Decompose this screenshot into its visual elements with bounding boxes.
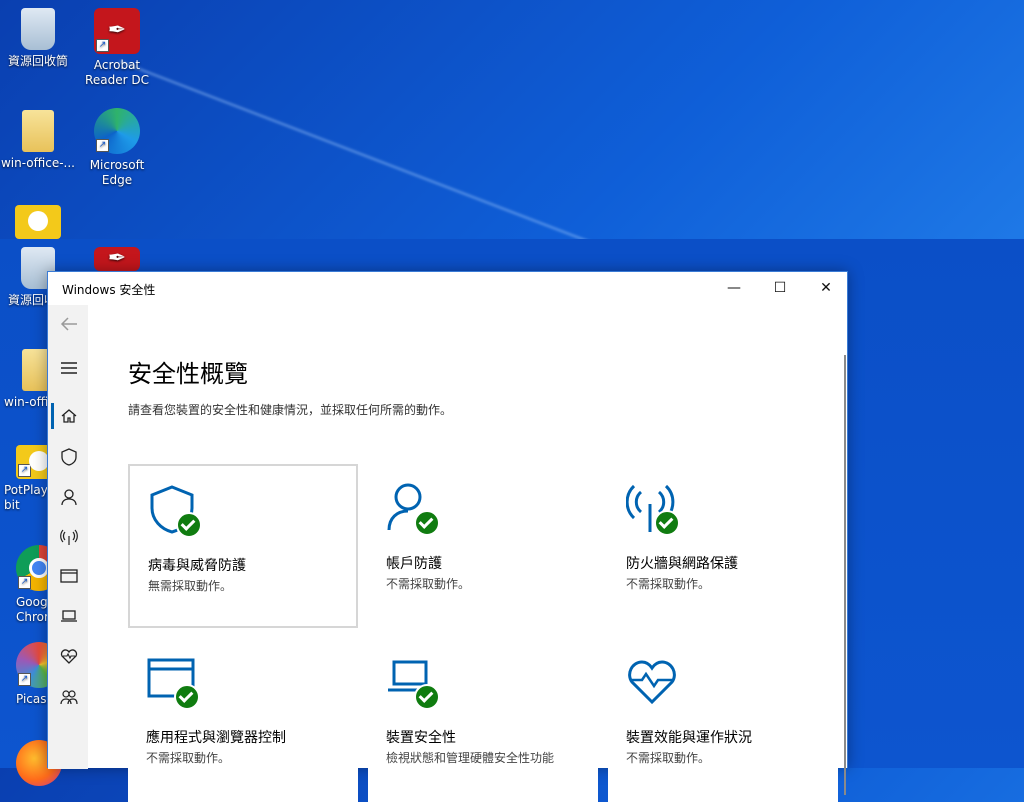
card-virus-threat-protection[interactable]: 病毒與威脅防護 無需採取動作。 xyxy=(128,464,358,628)
window-title: Windows 安全性 xyxy=(62,283,156,297)
menu-button[interactable] xyxy=(48,351,88,385)
hamburger-icon xyxy=(61,362,77,374)
minimize-button[interactable]: — xyxy=(711,272,757,305)
windows-security-window: Windows 安全性 — ☐ ✕ 安全性概覽 請查看您裝置的安全性和健康情況，… xyxy=(47,271,848,802)
antenna-icon xyxy=(60,529,78,545)
desktop-icon-label: PotPlay bit xyxy=(4,483,48,512)
card-title: 帳戶防護 xyxy=(386,556,442,572)
nav-device-security[interactable] xyxy=(48,599,88,633)
back-arrow-icon xyxy=(60,317,77,331)
card-status: 不需採取動作。 xyxy=(146,751,231,765)
back-button[interactable] xyxy=(48,307,88,341)
check-icon xyxy=(174,684,200,710)
desktop-icon-acrobat[interactable]: ✒ ↗ Acrobat Reader DC xyxy=(79,8,155,88)
maximize-button[interactable]: ☐ xyxy=(757,272,803,305)
edge-icon: ↗ xyxy=(94,108,140,154)
card-title: 裝置效能與運作狀況 xyxy=(626,730,752,746)
page-subtitle: 請查看您裝置的安全性和健康情況，並採取任何所需的動作。 xyxy=(128,403,453,417)
laptop-icon xyxy=(61,610,77,622)
nav-app-browser[interactable] xyxy=(48,559,88,593)
card-status: 不需採取動作。 xyxy=(626,577,711,591)
potplayer-icon xyxy=(15,205,61,239)
desktop-icon-recycle-bin[interactable]: 資源回收筒 xyxy=(0,8,76,69)
desktop-icon-label: Acrobat Reader DC xyxy=(85,58,149,87)
card-account-protection[interactable]: 帳戶防護 不需採取動作。 xyxy=(368,464,598,628)
shortcut-arrow-icon: ↗ xyxy=(96,139,109,152)
card-status: 無需採取動作。 xyxy=(148,579,233,593)
desktop-icon-label: Microsoft Edge xyxy=(89,158,145,187)
card-title: 防火牆與網路保護 xyxy=(626,556,738,572)
person-icon xyxy=(61,489,77,506)
nav-firewall[interactable] xyxy=(48,519,88,553)
nav-device-health[interactable] xyxy=(48,639,88,673)
family-icon xyxy=(60,690,78,705)
card-status: 不需採取動作。 xyxy=(386,577,471,591)
desktop-icon-potplayer-top[interactable] xyxy=(0,205,76,243)
card-status: 檢視狀態和管理硬體安全性功能 xyxy=(386,751,555,765)
scrollbar[interactable] xyxy=(844,355,846,795)
nav-virus-protection[interactable] xyxy=(48,439,88,473)
acrobat-icon: ✒ ↗ xyxy=(94,8,140,54)
browser-window-icon xyxy=(60,569,78,583)
desktop-icon-win-office[interactable]: win-office-... xyxy=(0,110,76,171)
nav-home[interactable] xyxy=(48,399,88,433)
heart-pulse-icon xyxy=(60,649,78,664)
shortcut-arrow-icon: ↗ xyxy=(18,464,31,477)
shortcut-arrow-icon: ↗ xyxy=(96,39,109,52)
page-title: 安全性概覽 xyxy=(128,360,248,388)
main-content: 安全性概覽 請查看您裝置的安全性和健康情況，並採取任何所需的動作。 病毒與威脅防… xyxy=(88,305,847,802)
card-device-health[interactable]: 裝置效能與運作狀況 不需採取動作。 xyxy=(608,638,838,802)
shortcut-arrow-icon: ↗ xyxy=(18,576,31,589)
nav-family-options[interactable] xyxy=(48,679,88,713)
check-icon xyxy=(414,510,440,536)
card-title: 病毒與威脅防護 xyxy=(148,558,246,574)
acrobat-icon: ✒ xyxy=(94,247,140,271)
shortcut-arrow-icon: ↗ xyxy=(18,673,31,686)
device-health-icon xyxy=(628,660,676,705)
nav-account-protection[interactable] xyxy=(48,479,88,513)
card-status: 不需採取動作。 xyxy=(626,751,711,765)
desktop-icon-edge[interactable]: ↗ Microsoft Edge xyxy=(79,108,155,188)
desktop-icon-label: win-office-... xyxy=(0,156,75,170)
card-app-browser-control[interactable]: 應用程式與瀏覽器控制 不需採取動作。 xyxy=(128,638,358,802)
title-bar[interactable]: Windows 安全性 — ☐ ✕ xyxy=(48,272,847,305)
home-icon xyxy=(61,409,77,423)
check-icon xyxy=(176,512,202,538)
shield-icon xyxy=(61,448,77,466)
check-icon xyxy=(654,510,680,536)
desktop-icon-label: 資源回收筒 xyxy=(7,54,68,68)
card-device-security[interactable]: 裝置安全性 檢視狀態和管理硬體安全性功能 xyxy=(368,638,598,802)
check-icon xyxy=(414,684,440,710)
card-title: 裝置安全性 xyxy=(386,730,456,746)
close-button[interactable]: ✕ xyxy=(803,272,849,305)
recycle-bin-icon xyxy=(21,8,55,50)
nav-sidebar xyxy=(48,305,88,769)
desktop-icon-label: Goog Chror xyxy=(16,595,49,624)
card-title: 應用程式與瀏覽器控制 xyxy=(146,730,286,746)
card-firewall-network[interactable]: 防火牆與網路保護 不需採取動作。 xyxy=(608,464,838,628)
folder-icon xyxy=(22,110,54,152)
